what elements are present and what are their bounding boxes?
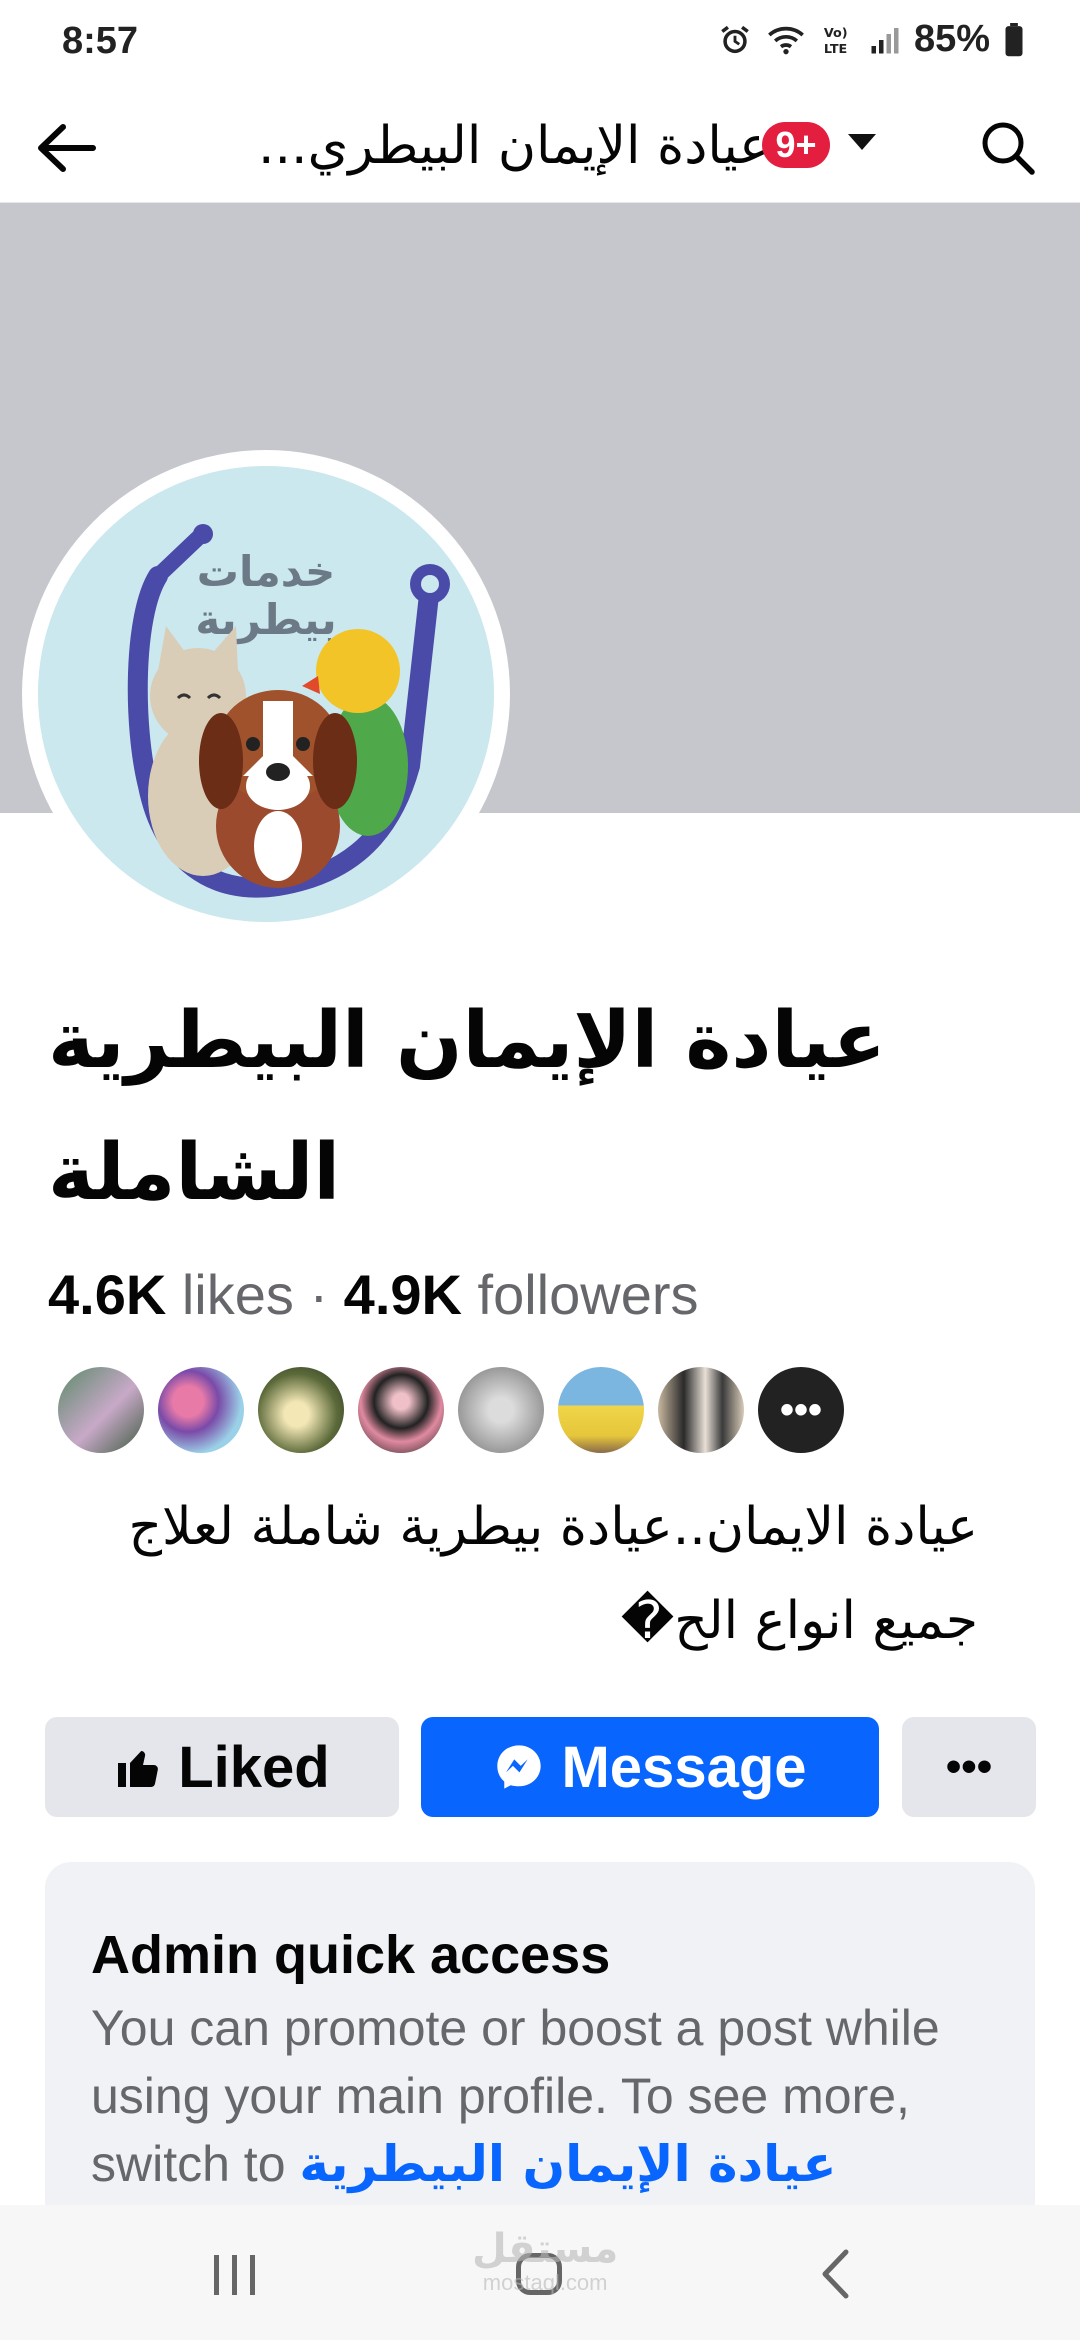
- followers-count: 4.9K: [343, 1263, 462, 1326]
- friend-avatar[interactable]: [156, 1365, 246, 1455]
- liked-button[interactable]: Liked: [45, 1717, 399, 1817]
- nav-back-icon[interactable]: [820, 2249, 850, 2299]
- page-name: عيادة الإيمان البيطرية الشاملة: [48, 975, 978, 1239]
- status-time: 8:57: [62, 20, 139, 62]
- more-friends-button[interactable]: •••: [756, 1365, 846, 1455]
- battery-percent: 85%: [913, 18, 990, 60]
- bio-text: عيادة الايمان..عيادة بيطرية شاملة لعلاج …: [128, 1497, 978, 1651]
- more-options-icon: •••: [945, 1742, 993, 1791]
- svg-text:Vo): Vo): [824, 26, 848, 41]
- page-bio: عيادة الايمان..عيادة بيطرية شاملة لعلاج …: [48, 1480, 978, 1668]
- more-options-button[interactable]: •••: [902, 1717, 1036, 1817]
- page-stats: 4.6K likes · 4.9K followers: [48, 1262, 699, 1327]
- search-icon: [982, 122, 1035, 175]
- likes-count: 4.6K: [48, 1263, 167, 1326]
- admin-card-title: Admin quick access: [91, 1925, 611, 1985]
- caret-down-icon[interactable]: [848, 134, 876, 150]
- message-button[interactable]: Message: [421, 1717, 879, 1817]
- friend-avatars[interactable]: •••: [56, 1365, 846, 1455]
- watermark-logo: مستقل mostaql.com: [472, 2229, 618, 2300]
- logo-text-1: خدمات: [197, 547, 336, 596]
- vet-services-logo: خدمات بيطرية: [38, 466, 494, 922]
- wifi-icon: [768, 26, 804, 54]
- friend-avatar[interactable]: [56, 1365, 146, 1455]
- stats-separator: ·: [309, 1263, 329, 1326]
- friend-avatar[interactable]: [656, 1365, 746, 1455]
- watermark-sub: mostaql.com: [482, 2270, 608, 2295]
- messenger-icon: [497, 1745, 542, 1789]
- status-icons: Vo) LTE 85%: [718, 18, 1024, 61]
- alarm-icon: [721, 25, 749, 53]
- more-friends-dots: •••: [779, 1387, 822, 1432]
- message-label: Message: [561, 1734, 807, 1800]
- notification-badge: 9+: [762, 122, 830, 168]
- page-avatar[interactable]: خدمات بيطرية: [38, 466, 494, 922]
- back-button[interactable]: [30, 112, 102, 184]
- arrow-left-icon: [38, 124, 96, 172]
- battery-icon: [1005, 22, 1023, 56]
- friend-avatar[interactable]: [256, 1365, 346, 1455]
- logo-text-2: بيطرية: [195, 595, 336, 645]
- signal-icon: [871, 27, 899, 53]
- thumbs-up-icon: [118, 1751, 159, 1788]
- svg-text:LTE: LTE: [824, 41, 847, 56]
- search-button[interactable]: [972, 112, 1044, 184]
- friend-avatar[interactable]: [456, 1365, 546, 1455]
- volte-icon: Vo)LTE: [824, 26, 848, 57]
- status-bar: 8:57 Vo) LTE 85%: [0, 0, 1080, 90]
- followers-label[interactable]: followers: [478, 1263, 699, 1326]
- admin-card-text: You can promote or boost a post while us…: [91, 1994, 1011, 2198]
- friend-avatar[interactable]: [356, 1365, 446, 1455]
- page-switcher-title[interactable]: عيادة الإيمان البيطري...: [170, 110, 770, 182]
- friend-avatar[interactable]: [556, 1365, 646, 1455]
- page-name-text: عيادة الإيمان البيطرية الشاملة: [48, 996, 886, 1218]
- recent-apps-icon[interactable]: [210, 2253, 260, 2297]
- switch-profile-link[interactable]: عيادة الإيمان البيطرية: [299, 2135, 836, 2193]
- liked-label: Liked: [178, 1734, 330, 1800]
- top-app-bar: عيادة الإيمان البيطري... 9+: [0, 90, 1080, 203]
- likes-label[interactable]: likes: [182, 1263, 294, 1326]
